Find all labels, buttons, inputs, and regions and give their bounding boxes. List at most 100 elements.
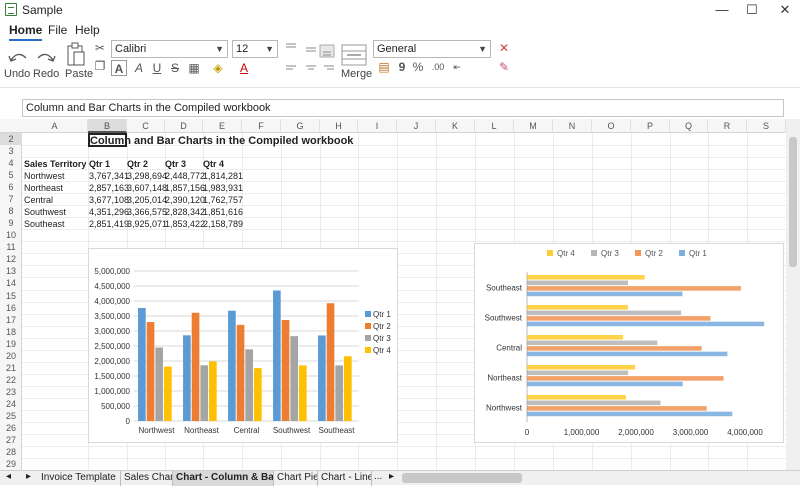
column-header[interactable]: O [592, 119, 631, 133]
column-header[interactable]: G [281, 119, 320, 133]
tab-scroll-next-icon[interactable]: ▸ [389, 471, 394, 482]
row-header[interactable]: 12 [0, 253, 22, 265]
column-header[interactable]: I [358, 119, 397, 133]
italic-icon[interactable]: A [131, 60, 147, 76]
table-header-cell[interactable]: Qtr 4 [203, 158, 224, 170]
row-header[interactable]: 10 [0, 229, 22, 241]
row-header[interactable]: 19 [0, 338, 22, 350]
row-header[interactable]: 16 [0, 302, 22, 314]
row-header[interactable]: 15 [0, 290, 22, 302]
table-cell[interactable]: 1,857,156 [165, 182, 205, 194]
bold-icon[interactable]: A [111, 60, 127, 76]
table-cell[interactable]: 1,983,931 [203, 182, 243, 194]
row-header[interactable]: 22 [0, 374, 22, 386]
table-header-cell[interactable]: Qtr 1 [89, 158, 110, 170]
redo-icon[interactable] [35, 48, 57, 66]
column-header[interactable]: E [203, 119, 242, 133]
maximize-button[interactable]: ☐ [737, 0, 767, 20]
table-cell[interactable]: 4,351,296 [89, 206, 129, 218]
merge-label[interactable]: Merge [341, 68, 372, 80]
table-cell[interactable]: 2,857,163 [89, 182, 129, 194]
decrease-decimal-icon[interactable]: ⇤ [449, 59, 465, 75]
row-header[interactable]: 13 [0, 265, 22, 277]
menu-file[interactable]: File [48, 23, 67, 37]
menu-help[interactable]: Help [75, 23, 100, 37]
table-cell[interactable]: 1,814,281 [203, 170, 243, 182]
row-header[interactable]: 28 [0, 446, 22, 458]
table-cell[interactable]: Southeast [24, 218, 65, 230]
column-chart[interactable]: 0 500,000 1,000,000 1,500,000 2,000,000 2,500… [88, 248, 398, 443]
row-header[interactable]: 14 [0, 277, 22, 289]
table-cell[interactable]: 3,607,148 [127, 182, 167, 194]
table-cell[interactable]: 3,677,108 [89, 194, 129, 206]
number-format-select[interactable]: General ▼ [373, 40, 491, 58]
borders-icon[interactable]: ▦ [186, 60, 202, 76]
row-header[interactable]: 5 [0, 169, 22, 181]
menu-home[interactable]: Home [9, 23, 43, 41]
column-header[interactable]: F [242, 119, 281, 133]
table-cell[interactable]: 2,390,120 [165, 194, 205, 206]
sheet-tab[interactable]: Chart Pie [274, 471, 318, 486]
undo-label[interactable]: Undo [4, 68, 30, 80]
close-button[interactable]: ✕ [770, 0, 800, 20]
column-header[interactable]: N [553, 119, 592, 133]
column-header[interactable]: P [631, 119, 670, 133]
row-header[interactable]: 29 [0, 458, 22, 470]
font-color-icon[interactable]: A [236, 60, 252, 76]
row-header[interactable]: 21 [0, 362, 22, 374]
column-header[interactable]: R [708, 119, 747, 133]
column-header[interactable]: A [22, 119, 88, 133]
strikethrough-icon[interactable]: S [167, 60, 183, 76]
comma-style-icon[interactable]: 9 [394, 59, 410, 75]
percent-icon[interactable]: % [410, 59, 426, 75]
table-cell[interactable]: 3,298,694 [127, 170, 167, 182]
column-header[interactable]: B [88, 119, 127, 133]
vertical-scrollbar[interactable] [786, 119, 800, 470]
table-cell[interactable]: 1,851,616 [203, 206, 243, 218]
table-cell[interactable]: 2,828,342 [165, 206, 205, 218]
undo-icon[interactable] [7, 48, 29, 66]
row-header[interactable]: 24 [0, 398, 22, 410]
row-header[interactable]: 26 [0, 422, 22, 434]
column-header[interactable]: L [475, 119, 514, 133]
row-header[interactable]: 2 [0, 133, 22, 145]
fill-color-icon[interactable]: ◈ [210, 60, 226, 76]
table-cell[interactable]: 2,158,789 [203, 218, 243, 230]
row-header[interactable]: 11 [0, 241, 22, 253]
merge-icon[interactable] [341, 44, 367, 66]
table-cell[interactable]: 2,851,419 [89, 218, 129, 230]
underline-icon[interactable]: U [149, 60, 165, 76]
scrollbar-thumb[interactable] [789, 137, 797, 267]
column-header[interactable]: S [747, 119, 786, 133]
row-header[interactable]: 23 [0, 386, 22, 398]
tab-prev-icon[interactable]: ◂ [6, 471, 11, 482]
sheet-tab[interactable]: Sales Chart [121, 471, 173, 486]
paste-icon[interactable] [66, 41, 86, 67]
formula-bar[interactable]: Column and Bar Charts in the Compiled wo… [22, 99, 784, 117]
horizontal-scrollbar-thumb[interactable] [402, 473, 522, 483]
table-header-cell[interactable]: Sales Territory [24, 158, 86, 170]
row-header[interactable]: 27 [0, 434, 22, 446]
font-family-select[interactable]: Calibri ▼ [111, 40, 228, 58]
table-cell[interactable]: 3,366,575 [127, 206, 167, 218]
row-header[interactable]: 6 [0, 181, 22, 193]
column-header[interactable]: C [127, 119, 165, 133]
clear-icon[interactable]: ✕ [496, 40, 512, 56]
row-header[interactable]: 8 [0, 205, 22, 217]
column-header[interactable]: Q [670, 119, 708, 133]
row-header[interactable]: 18 [0, 326, 22, 338]
row-header[interactable]: 20 [0, 350, 22, 362]
table-cell[interactable]: Northeast [24, 182, 63, 194]
currency-icon[interactable]: ▤ [376, 59, 392, 75]
redo-label[interactable]: Redo [33, 68, 59, 80]
eraser-icon[interactable]: ✎ [496, 59, 512, 75]
table-header-cell[interactable]: Qtr 2 [127, 158, 148, 170]
sheet-tab[interactable]: Invoice Template [38, 471, 121, 486]
sheet-title[interactable]: Column and Bar Charts in the Compiled wo… [90, 135, 353, 147]
minimize-button[interactable]: — [707, 0, 737, 20]
table-cell[interactable]: 1,853,422 [165, 218, 205, 230]
tab-more[interactable]: ... [374, 471, 382, 482]
row-header[interactable]: 17 [0, 314, 22, 326]
row-header[interactable]: 3 [0, 145, 22, 157]
table-cell[interactable]: 2,448,772 [165, 170, 205, 182]
